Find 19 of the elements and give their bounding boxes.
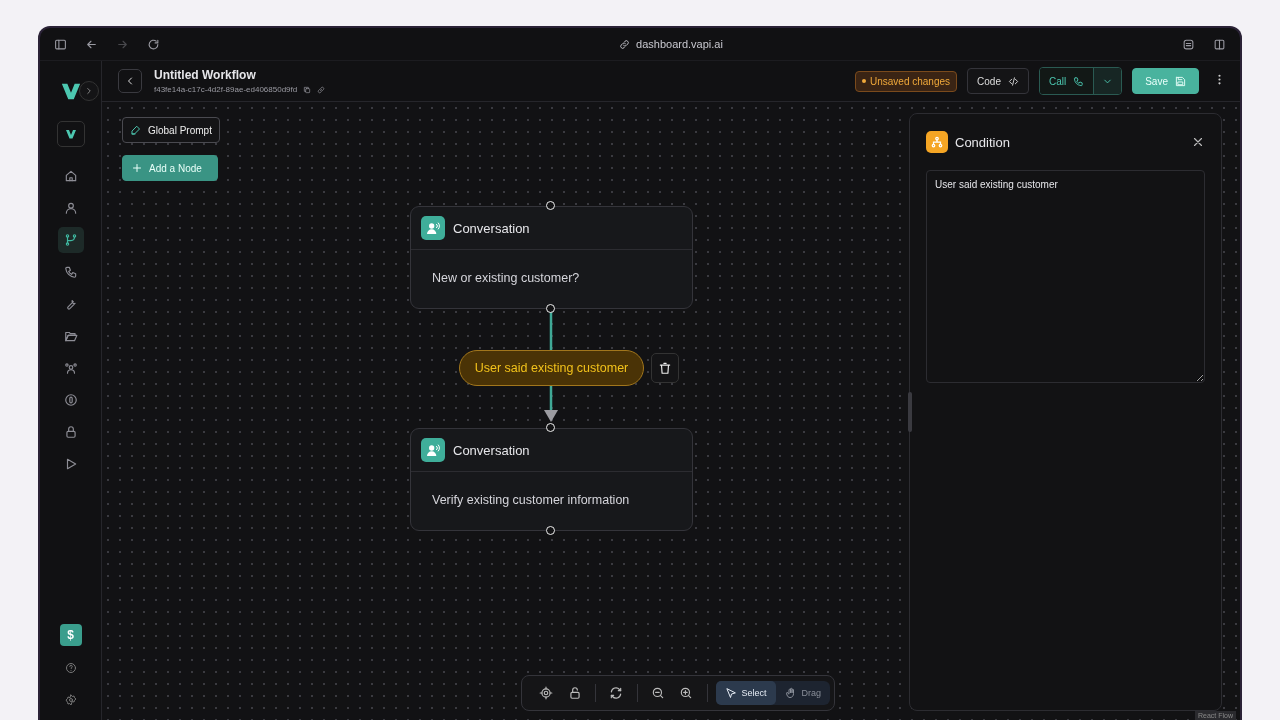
mode-button[interactable]: Select bbox=[715, 681, 776, 705]
add-node-button[interactable]: Add a Node bbox=[122, 155, 218, 181]
node-type-label: Conversation bbox=[453, 220, 530, 236]
global-prompt-button[interactable]: Global Prompt bbox=[122, 117, 220, 143]
workflow-id: f43fe14a-c17c-4d2f-89ae-ed406850d9fd bbox=[154, 85, 298, 94]
unsaved-status-badge: Unsaved changes bbox=[855, 70, 958, 92]
node-prompt-text: New or existing customer? bbox=[431, 270, 581, 285]
mode-button[interactable]: Drag bbox=[775, 681, 831, 705]
node-type-label: Conversation bbox=[453, 442, 530, 458]
edge-condition-label[interactable]: User said existing customer bbox=[459, 350, 644, 386]
call-button[interactable]: Call bbox=[1039, 68, 1094, 94]
code-button[interactable]: Code bbox=[967, 68, 1029, 94]
node-prompt-text: Verify existing customer information bbox=[431, 492, 631, 507]
conversation-node[interactable]: Conversation New or existing customer? bbox=[410, 206, 693, 309]
workflow-title: Untitled Workflow bbox=[154, 68, 257, 82]
url-text[interactable]: dashboard.vapi.ai bbox=[636, 38, 723, 50]
condition-text-field[interactable]: User said existing customer bbox=[926, 170, 1205, 383]
conversation-node[interactable]: Conversation Verify existing customer information bbox=[410, 428, 693, 531]
panel-title: Condition bbox=[955, 134, 1010, 150]
